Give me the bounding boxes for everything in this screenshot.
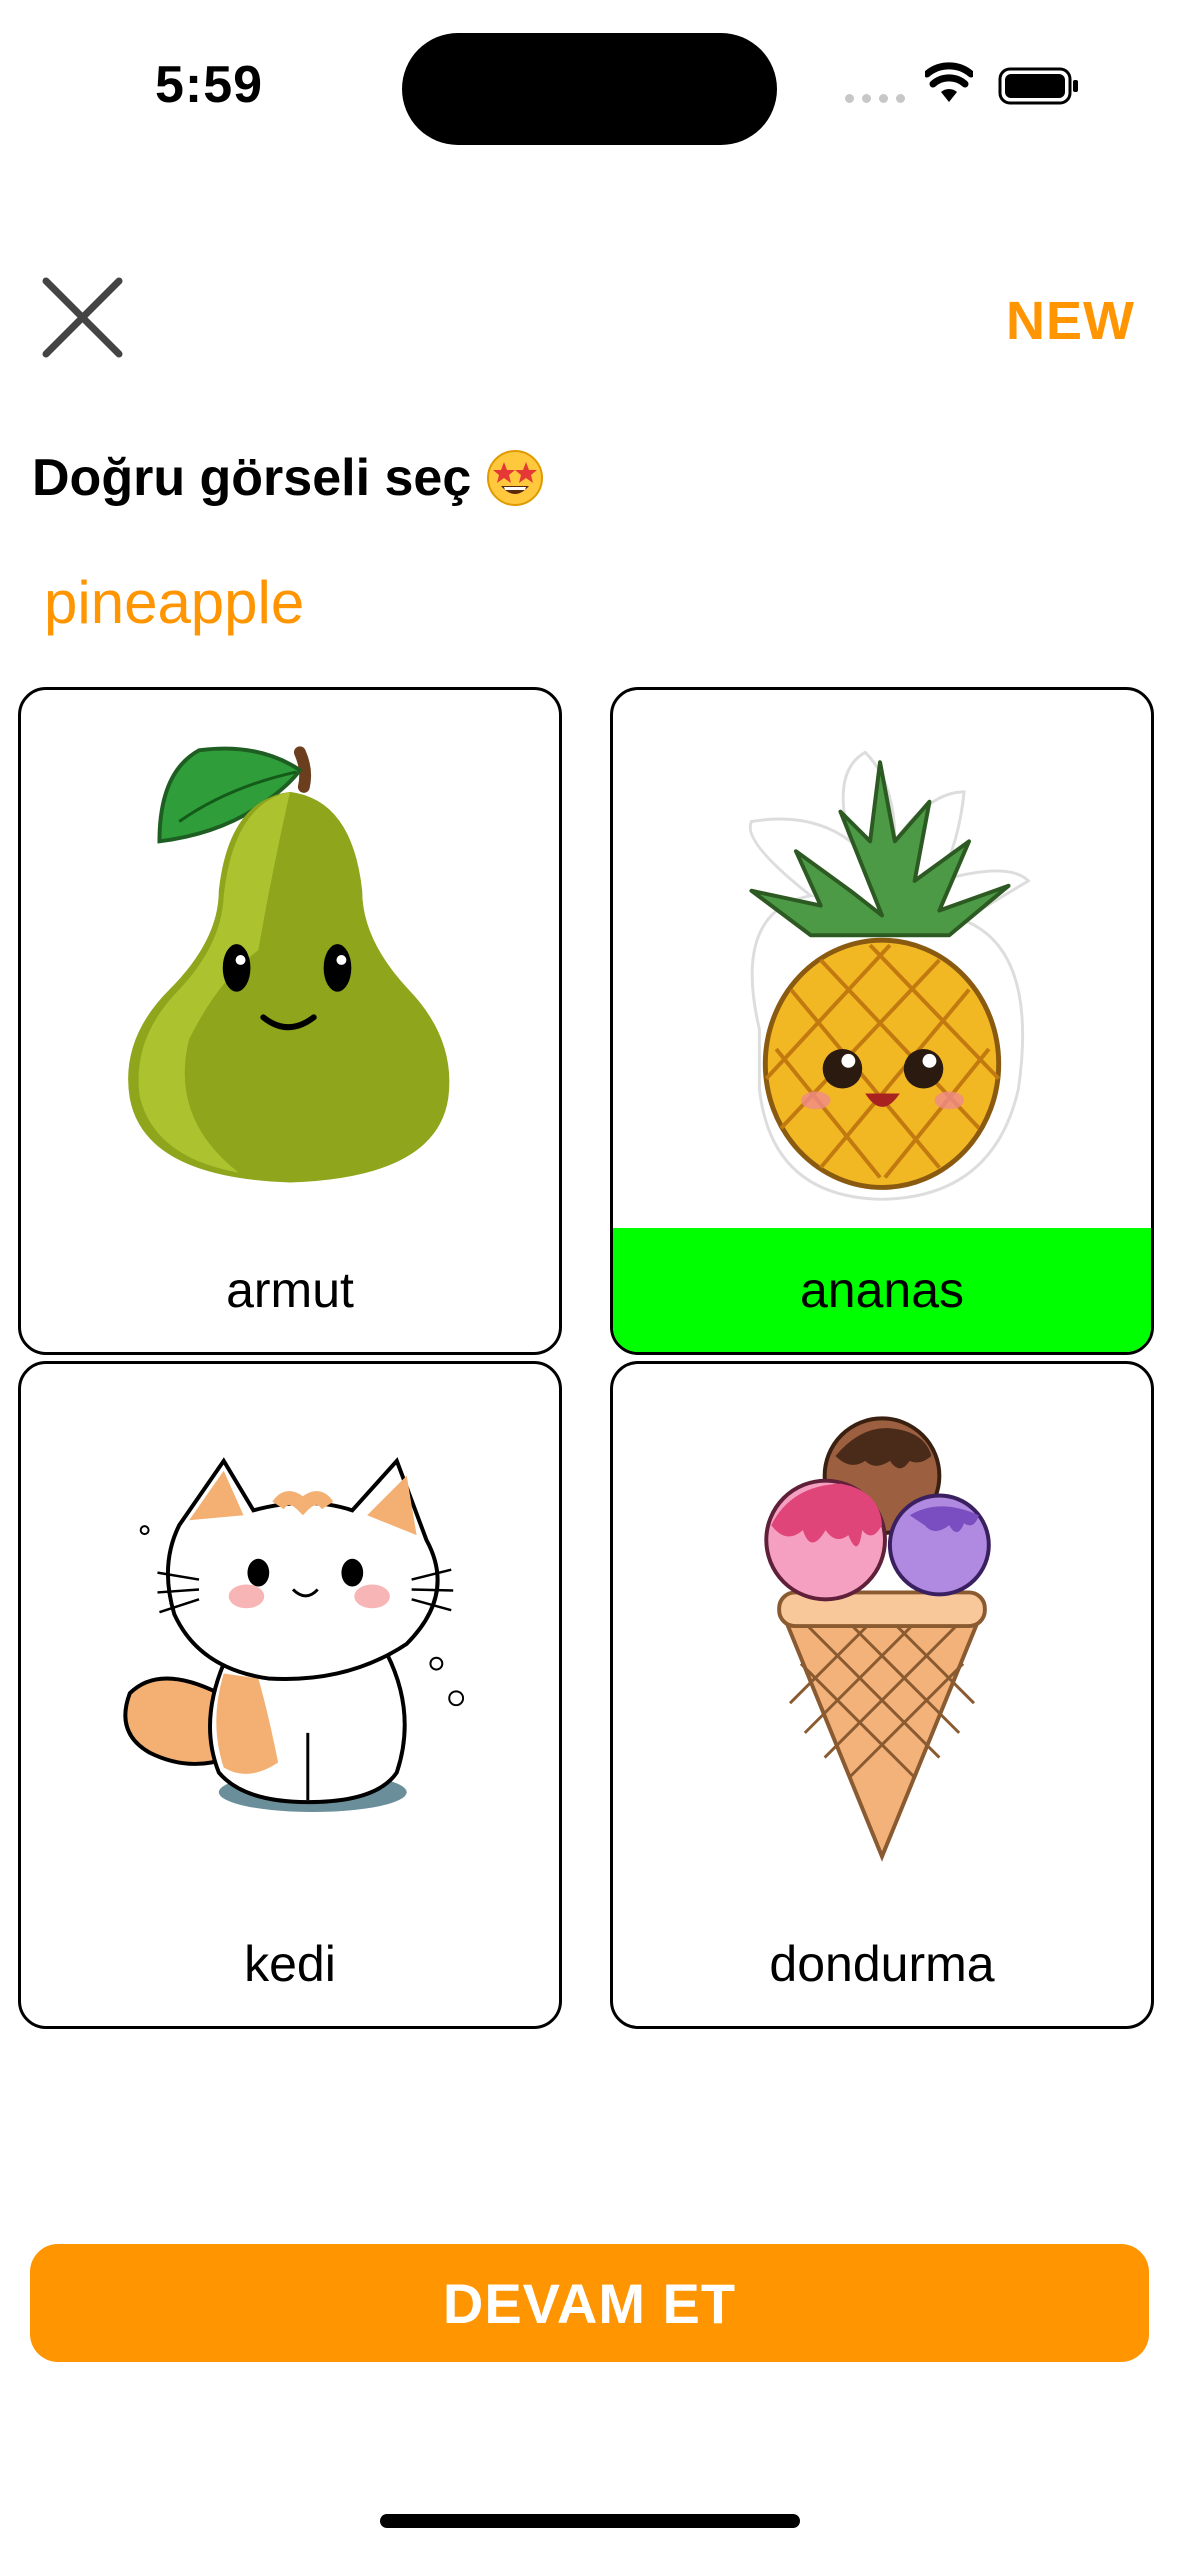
status-bar: 5:59 [0,0,1179,170]
new-badge: NEW [1006,291,1135,351]
pineapple-image [748,750,1031,1201]
option-label: armut [226,1262,354,1318]
close-button[interactable] [40,275,125,360]
option-card-armut[interactable]: armut [18,687,562,1355]
target-word: pineapple [44,569,305,636]
instruction-text: Doğru görseli seç [32,449,472,507]
close-icon [42,277,123,358]
option-label: kedi [244,1936,336,1992]
ice-cream-image [764,1416,991,1862]
battery-icon [998,67,1078,105]
home-indicator [380,2514,800,2528]
option-label: ananas [613,1228,1151,1352]
pear-image [128,746,450,1183]
option-card-dondurma[interactable]: dondurma [610,1361,1154,2029]
cellular-signal-icon [845,90,907,106]
wifi-icon [925,62,973,102]
option-card-kedi[interactable]: kedi [18,1361,562,2029]
option-card-ananas[interactable]: ananas [610,687,1154,1355]
status-time: 5:59 [155,56,264,114]
star-struck-emoji-icon [487,450,544,506]
continue-button[interactable]: DEVAM ET [30,2244,1149,2362]
instruction-heading: Doğru görseli seç [32,448,545,508]
option-label: dondurma [769,1936,995,1992]
dynamic-island [402,33,777,145]
cat-image [123,1457,465,1812]
